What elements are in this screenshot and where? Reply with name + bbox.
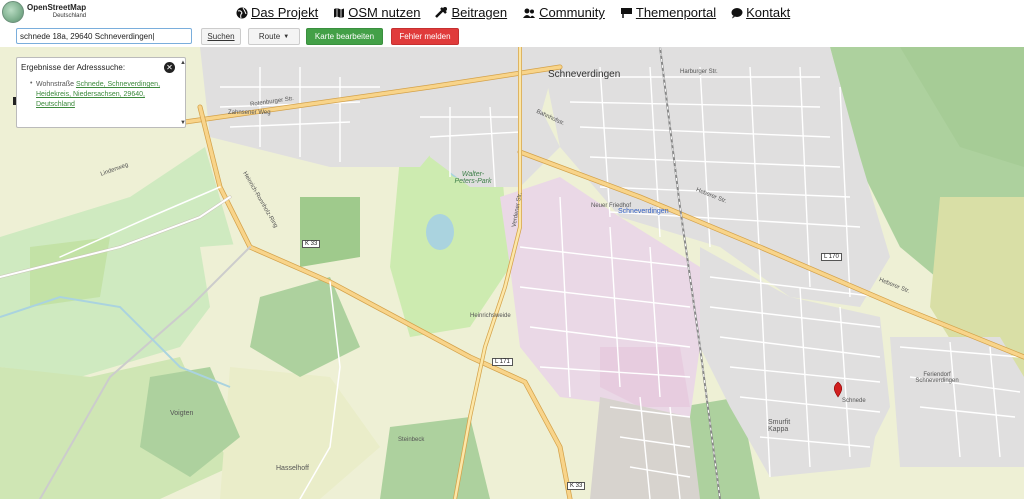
address-search-input[interactable] [16,28,192,44]
road-shield-l171: L 171 [492,358,513,366]
nav-label: OSM nutzen [348,5,421,20]
search-button[interactable]: Suchen [201,28,241,45]
nav-community[interactable]: Community [522,5,605,20]
nav-label: Themenportal [635,5,717,20]
osm-logo-icon [2,1,24,23]
result-item-type: Wohnstraße [36,81,74,88]
town-label: Schneverdingen [548,69,621,80]
road-shield-k33-south: K 33 [567,482,586,490]
nav-themenportal[interactable]: Themenportal [620,5,716,20]
nav-label: Kontakt [746,5,791,20]
chat-icon [731,7,743,18]
feriendorf-label: Feriendorf Schneverdingen [915,372,959,384]
osm-logo[interactable]: OpenStreetMap Deutschland [2,1,86,23]
voigten-label: Voigten [170,410,194,417]
map-icon [334,7,345,18]
main-nav: Das Projekt OSM nutzen Beitragen Communi… [236,5,805,20]
tools-icon [435,6,448,18]
nav-das-projekt[interactable]: Das Projekt [236,5,318,20]
hasselhoff-label: Hasselhoff [276,465,309,472]
results-title: Ergebnisse der Adresssuche: [21,63,126,72]
zahnsener-label: Zahnsener Weg [228,110,271,116]
result-item: Wohnstraße Schnede, Schneverdingen, Heid… [36,80,172,110]
nav-kontakt[interactable]: Kontakt [731,5,790,20]
park-label: Walter-Peters-Park [454,171,492,185]
logo-title: OpenStreetMap [27,3,87,12]
address-results-panel: Ergebnisse der Adresssuche: ✕ • Wohnstra… [16,57,186,128]
scroll-down-icon[interactable]: ▼ [180,120,186,126]
logo-subtitle: Deutschland [52,13,87,19]
route-button[interactable]: Route ▼ [248,28,300,45]
nav-label: Beitragen [451,5,508,20]
harburger-label: Harburger Str. [680,69,718,75]
smurfit-label: Smurfit Kappa [768,419,791,433]
station-label: Schneverdingen [618,208,669,215]
schnede-street-label: Schnede [842,398,866,404]
report-error-button[interactable]: Fehler melden [391,28,459,45]
road-shield-l170: L 170 [821,253,842,261]
people-icon [523,8,536,18]
steinbeck-label: Steinbeck [398,437,425,443]
nav-osm-nutzen[interactable]: OSM nutzen [333,5,420,20]
heinrich-label: Heinrichsweide [470,313,511,319]
nav-label: Community [539,5,605,20]
close-icon[interactable]: ✕ [164,62,175,73]
top-navigation-bar: OpenStreetMap Deutschland Das Projekt OS… [0,0,1024,27]
route-button-label: Route [258,32,281,41]
edit-map-button[interactable]: Karte bearbeiten [306,28,383,45]
nav-beitragen[interactable]: Beitragen [435,5,507,20]
globe-icon [236,7,248,18]
scroll-up-icon[interactable]: ▲ [180,60,186,66]
friedhof-label: Neuer Friedhof [591,203,632,209]
bullet-icon: • [30,80,33,87]
nav-label: Das Projekt [251,5,319,20]
road-shield-k33: K 33 [302,240,321,248]
flag-icon [620,7,632,18]
caret-down-icon: ▼ [283,33,290,40]
